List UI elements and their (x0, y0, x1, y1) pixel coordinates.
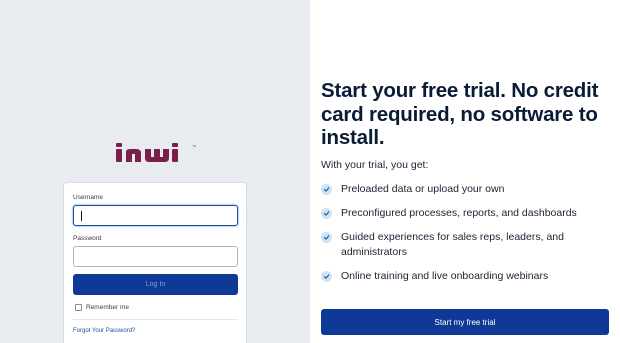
inwi-logo (116, 143, 178, 162)
text-caret (81, 211, 82, 221)
checkmark-icon (321, 208, 332, 219)
password-label: Password (73, 235, 102, 242)
login-form: Username Password Log In Remember me For… (63, 182, 247, 343)
benefit-text: Preconfigured processes, reports, and da… (341, 207, 577, 219)
checkmark-icon (321, 271, 332, 282)
promo-pane: Start your free trial. No credit card re… (310, 0, 620, 343)
username-input[interactable] (73, 205, 238, 226)
remember-me-checkbox[interactable] (75, 304, 82, 311)
login-button[interactable]: Log In (73, 274, 238, 295)
remember-me-label: Remember me (86, 304, 129, 311)
benefit-text: Online training and live onboarding webi… (341, 270, 549, 282)
login-pane: ™ Username Password Log In Remember me F… (0, 0, 310, 343)
password-input[interactable] (73, 246, 238, 267)
forgot-password-link[interactable]: Forgot Your Password? (73, 328, 135, 334)
remember-me[interactable]: Remember me (75, 304, 129, 311)
promo-headline: Start your free trial. No credit card re… (321, 79, 599, 149)
list-item: Preconfigured processes, reports, and da… (321, 206, 611, 221)
checkmark-icon (321, 232, 332, 243)
benefits-list: Preloaded data or upload your own Precon… (321, 182, 611, 293)
list-item: Online training and live onboarding webi… (321, 269, 611, 284)
benefit-text: Guided experiences for sales reps, leade… (341, 231, 564, 258)
username-label: Username (73, 194, 103, 201)
start-free-trial-button[interactable]: Start my free trial (321, 309, 609, 335)
trademark-symbol: ™ (192, 144, 196, 149)
promo-subhead: With your trial, you get: (321, 159, 429, 171)
list-item: Guided experiences for sales reps, leade… (321, 230, 611, 260)
benefit-text: Preloaded data or upload your own (341, 183, 505, 195)
checkmark-icon (321, 184, 332, 195)
divider (73, 319, 238, 320)
list-item: Preloaded data or upload your own (321, 182, 611, 197)
